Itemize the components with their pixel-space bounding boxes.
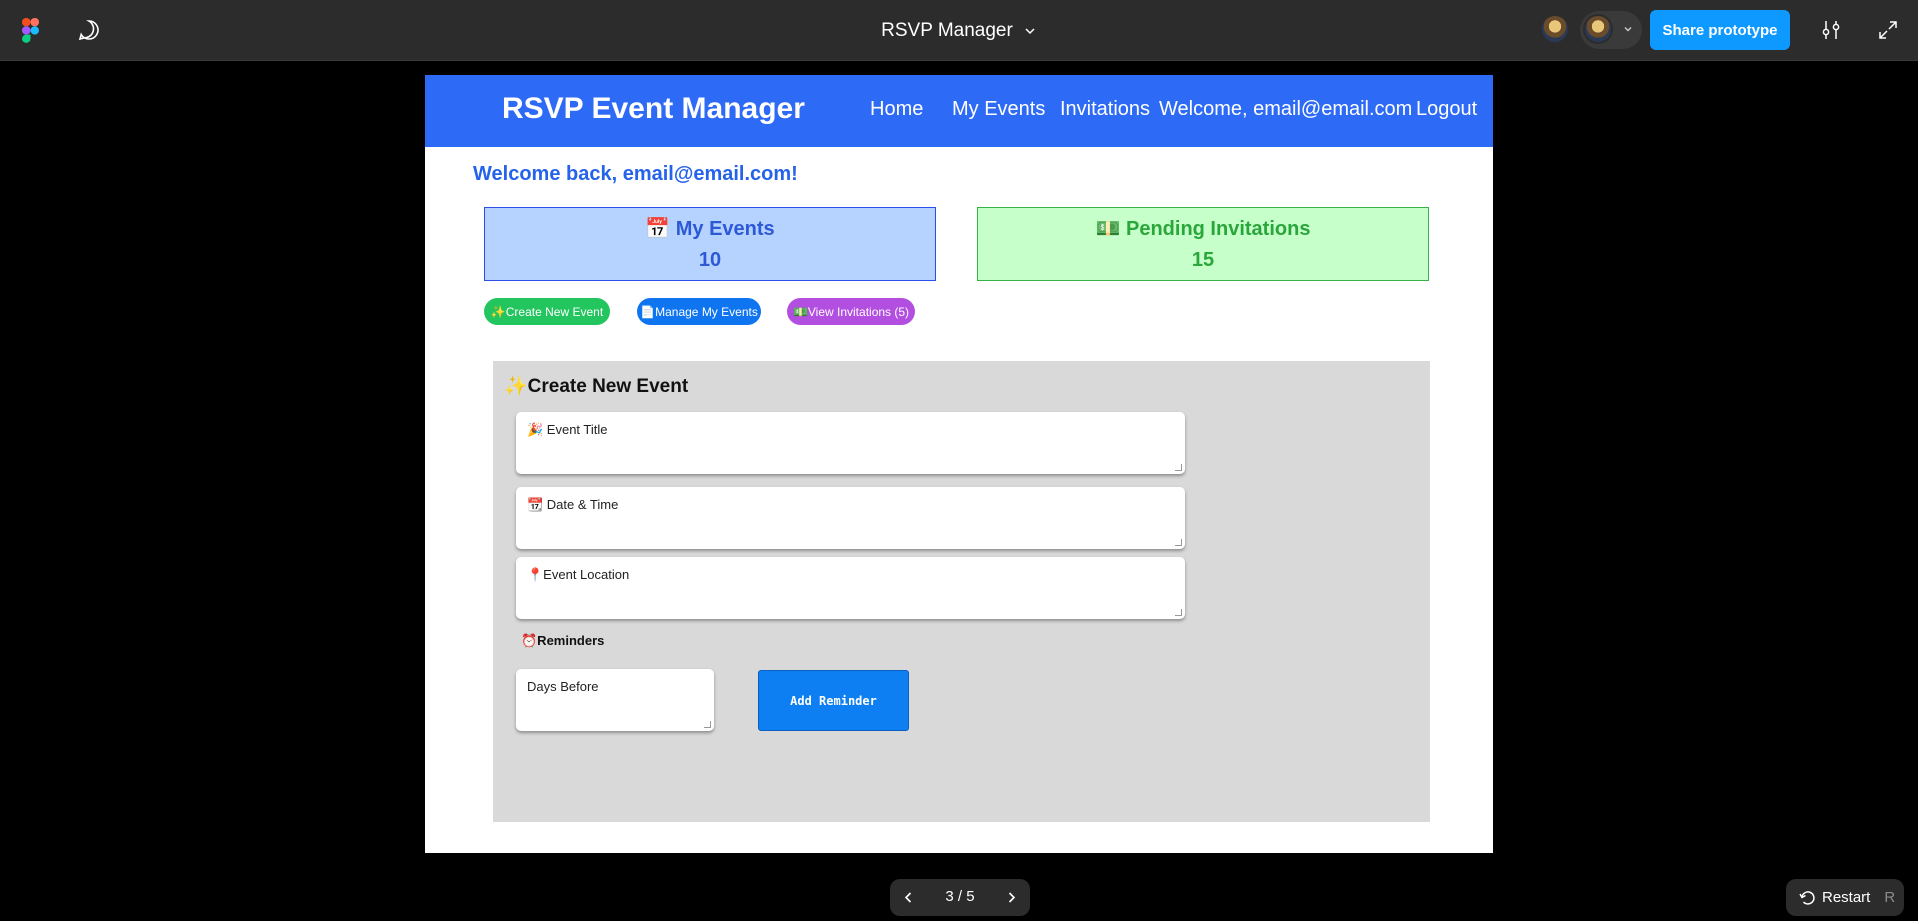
figma-toolbar: RSVP Manager Share prototype (0, 0, 1918, 61)
pending-invitations-count: 15 (1191, 249, 1215, 271)
resize-handle[interactable] (1175, 609, 1182, 616)
settings-sliders-icon[interactable] (1819, 18, 1843, 42)
figma-logo-icon[interactable] (22, 18, 39, 43)
date-time-field[interactable]: 📆 Date & Time (516, 487, 1185, 549)
nav-home[interactable]: Home (870, 98, 923, 121)
avatar[interactable] (1540, 14, 1570, 44)
resize-handle[interactable] (1175, 539, 1182, 546)
pending-invitations-card-title: 💵 Pending Invitations (1095, 218, 1311, 240)
event-location-field[interactable]: 📍Event Location (516, 557, 1185, 619)
resize-handle[interactable] (1175, 464, 1182, 471)
reminders-label: ⏰Reminders (521, 633, 605, 648)
nav-invitations[interactable]: Invitations (1060, 98, 1150, 121)
restart-shortcut: R (1884, 889, 1896, 906)
app-navbar: RSVP Event Manager Home My Events Invita… (425, 75, 1493, 147)
expand-icon[interactable] (1878, 20, 1898, 40)
chevron-right-icon[interactable] (1003, 889, 1020, 906)
event-title-field[interactable]: 🎉 Event Title (516, 412, 1185, 474)
days-before-field[interactable]: Days Before (516, 669, 714, 731)
add-reminder-button[interactable]: Add Reminder (758, 670, 909, 731)
my-events-card-title: 📅 My Events (645, 218, 775, 240)
pending-invitations-card[interactable]: 💵 Pending Invitations 15 (977, 207, 1429, 281)
create-event-panel: ✨Create New Event 🎉 Event Title 📆 Date &… (493, 361, 1430, 822)
create-new-event-button[interactable]: ✨Create New Event (484, 298, 610, 325)
comment-icon[interactable] (78, 19, 100, 41)
chevron-down-icon[interactable] (1622, 23, 1634, 35)
event-title-placeholder: 🎉 Event Title (527, 422, 608, 437)
create-event-title: ✨Create New Event (504, 376, 689, 397)
app-brand: RSVP Event Manager (502, 92, 805, 125)
view-invitations-button[interactable]: 💵View Invitations (5) (787, 298, 915, 325)
nav-logout[interactable]: Logout (1416, 98, 1477, 121)
welcome-heading: Welcome back, email@email.com! (473, 163, 798, 185)
resize-handle[interactable] (704, 721, 711, 728)
date-time-placeholder: 📆 Date & Time (527, 497, 619, 512)
page-navigator: 3 / 5 (890, 879, 1030, 916)
my-events-card[interactable]: 📅 My Events 10 (484, 207, 936, 281)
document-title[interactable]: RSVP Manager (881, 20, 1013, 42)
days-before-placeholder: Days Before (527, 679, 599, 694)
event-location-placeholder: 📍Event Location (527, 567, 630, 582)
my-events-count: 10 (698, 249, 722, 271)
restart-icon (1799, 890, 1815, 905)
nav-welcome-user: Welcome, email@email.com (1159, 98, 1413, 120)
share-prototype-button[interactable]: Share prototype (1650, 10, 1790, 50)
avatar[interactable] (1583, 14, 1613, 44)
restart-button[interactable]: Restart R (1786, 879, 1904, 916)
prototype-frame: RSVP Event Manager Home My Events Invita… (425, 75, 1493, 853)
chevron-down-icon[interactable] (1023, 24, 1037, 38)
nav-my-events[interactable]: My Events (952, 98, 1045, 121)
manage-my-events-button[interactable]: 📄Manage My Events (637, 298, 761, 325)
restart-label: Restart (1822, 889, 1871, 906)
